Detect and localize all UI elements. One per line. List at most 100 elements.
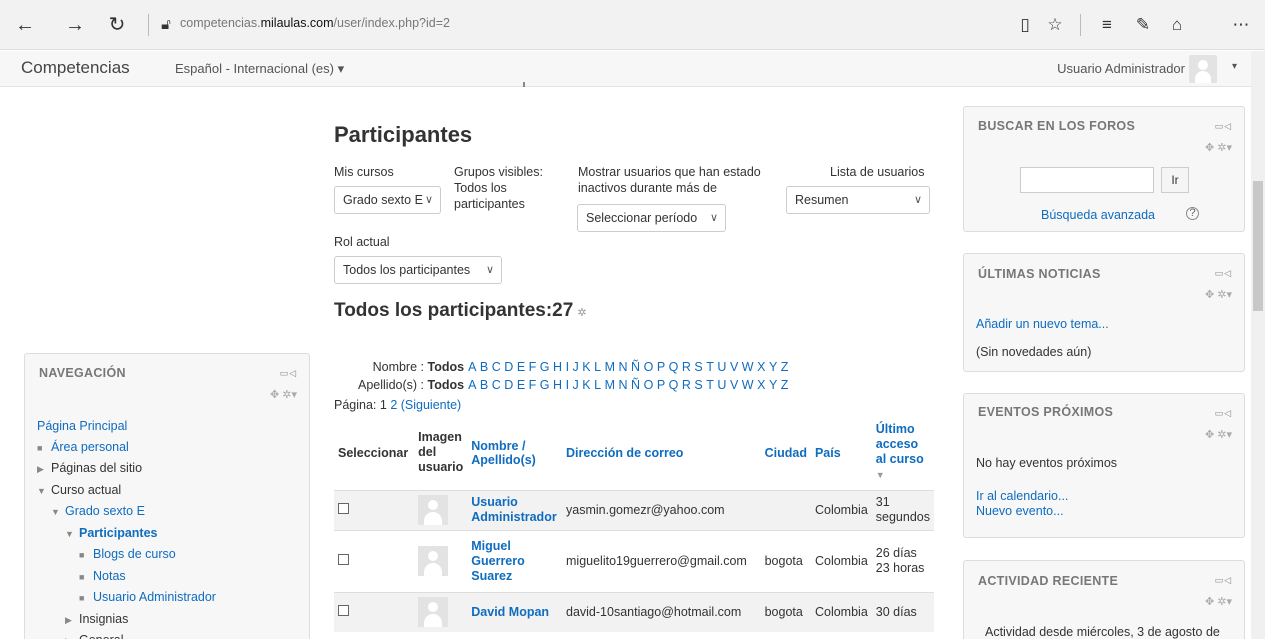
address-bar[interactable]: competencias.milaulas.com/user/index.php… bbox=[180, 16, 450, 30]
initial-letter-link[interactable]: H bbox=[553, 378, 563, 392]
initial-letter-link[interactable]: X bbox=[757, 360, 766, 374]
initial-letter-link[interactable]: M bbox=[605, 378, 616, 392]
move-gear-icon[interactable]: ✥ ✲▾ bbox=[1205, 428, 1232, 441]
nav-tree-label[interactable]: Notas bbox=[93, 569, 126, 583]
nav-tree-label[interactable]: Blogs de curso bbox=[93, 547, 176, 561]
initial-letter-link[interactable]: Y bbox=[769, 360, 778, 374]
initial-letter-link[interactable]: K bbox=[582, 360, 591, 374]
initial-letter-link[interactable]: J bbox=[573, 360, 580, 374]
sort-lastaccess-link[interactable]: Último acceso al curso bbox=[876, 422, 924, 466]
row-checkbox[interactable] bbox=[338, 605, 349, 617]
nav-tree-item[interactable]: ■ Blogs de curso bbox=[37, 544, 216, 566]
initial-letter-link[interactable]: Y bbox=[769, 378, 778, 392]
back-arrow-icon[interactable]: ← bbox=[12, 12, 38, 38]
nav-tree-item[interactable]: ■ Notas bbox=[37, 566, 216, 588]
initial-letter-link[interactable]: I bbox=[566, 378, 570, 392]
initial-letter-link[interactable]: N bbox=[619, 378, 629, 392]
lastname-todos[interactable]: Todos bbox=[427, 378, 464, 392]
initial-letter-link[interactable]: I bbox=[566, 360, 570, 374]
initial-letter-link[interactable]: Z bbox=[781, 378, 789, 392]
row-checkbox[interactable] bbox=[338, 503, 349, 514]
initial-letter-link[interactable]: D bbox=[504, 360, 514, 374]
initial-letter-link[interactable]: A bbox=[468, 360, 477, 374]
scrollbar[interactable] bbox=[1251, 51, 1265, 639]
nav-tree-label[interactable]: Área personal bbox=[51, 440, 129, 454]
share-icon[interactable]: ⌂ bbox=[1164, 12, 1190, 38]
block-dock-icon[interactable]: ▭◁ bbox=[1215, 408, 1232, 419]
sort-city-link[interactable]: Ciudad bbox=[765, 446, 807, 460]
scrollbar-thumb[interactable] bbox=[1253, 181, 1263, 311]
block-dock-icon[interactable]: ▭◁ bbox=[1215, 121, 1232, 132]
user-menu-name[interactable]: Usuario Administrador bbox=[1057, 61, 1185, 76]
initial-letter-link[interactable]: M bbox=[605, 360, 616, 374]
mis-cursos-select[interactable]: Grado sexto E ∨ bbox=[334, 186, 441, 214]
next-page-link[interactable]: (Siguiente) bbox=[401, 398, 461, 412]
note-icon[interactable]: ✎ bbox=[1130, 12, 1156, 38]
nav-tree-item[interactable]: ▼ Participantes bbox=[37, 523, 216, 545]
avatar[interactable] bbox=[418, 597, 449, 628]
firstname-todos[interactable]: Todos bbox=[427, 360, 464, 374]
move-gear-icon[interactable]: ✥ ✲▾ bbox=[1205, 288, 1232, 301]
block-dock-icon[interactable]: ▭◁ bbox=[1215, 575, 1232, 586]
periodo-select[interactable]: Seleccionar período ∨ bbox=[577, 204, 726, 232]
nav-tree-label[interactable]: Página Principal bbox=[37, 419, 127, 433]
language-menu[interactable]: Español - Internacional (es) ▾ bbox=[175, 61, 344, 77]
row-checkbox[interactable] bbox=[338, 554, 349, 565]
lista-select[interactable]: Resumen ∨ bbox=[786, 186, 930, 214]
initial-letter-link[interactable]: G bbox=[540, 360, 550, 374]
more-icon[interactable]: ⋯ bbox=[1228, 12, 1254, 38]
initial-letter-link[interactable]: V bbox=[730, 360, 739, 374]
initial-letter-link[interactable]: T bbox=[706, 360, 714, 374]
sort-country-link[interactable]: País bbox=[815, 446, 841, 460]
initial-letter-link[interactable]: X bbox=[757, 378, 766, 392]
initial-letter-link[interactable]: E bbox=[517, 360, 526, 374]
initial-letter-link[interactable]: P bbox=[657, 378, 666, 392]
user-name-link[interactable]: Miguel Guerrero Suarez bbox=[471, 539, 525, 583]
site-brand[interactable]: Competencias bbox=[21, 58, 130, 78]
nav-tree-item[interactable]: ▶ Páginas del sitio bbox=[37, 458, 216, 480]
initial-letter-link[interactable]: K bbox=[582, 378, 591, 392]
move-gear-icon[interactable]: ✥ ✲▾ bbox=[270, 388, 297, 401]
initial-letter-link[interactable]: N bbox=[619, 360, 629, 374]
nav-tree-label[interactable]: Usuario Administrador bbox=[93, 590, 216, 604]
initial-letter-link[interactable]: H bbox=[553, 360, 563, 374]
initial-letter-link[interactable]: L bbox=[594, 360, 601, 374]
initial-letter-link[interactable]: W bbox=[742, 378, 754, 392]
nav-tree-item[interactable]: ▶ Insignias bbox=[37, 609, 216, 631]
avatar[interactable] bbox=[418, 495, 449, 525]
move-gear-icon[interactable]: ✥ ✲▾ bbox=[1205, 595, 1232, 608]
initial-letter-link[interactable]: U bbox=[717, 360, 727, 374]
nav-tree-item[interactable]: ▼ Grado sexto E bbox=[37, 501, 216, 523]
user-menu-caret-icon[interactable]: ▾ bbox=[1232, 61, 1237, 72]
initial-letter-link[interactable]: T bbox=[706, 378, 714, 392]
advanced-search-link[interactable]: Búsqueda avanzada bbox=[1041, 208, 1155, 222]
reading-view-icon[interactable]: ▯ bbox=[1012, 12, 1038, 38]
avatar[interactable] bbox=[1189, 55, 1217, 83]
initial-letter-link[interactable]: Ñ bbox=[631, 360, 641, 374]
initial-letter-link[interactable]: O bbox=[644, 378, 654, 392]
nav-tree-label[interactable]: Grado sexto E bbox=[65, 504, 145, 518]
nav-tree-item[interactable]: ▶General bbox=[37, 630, 216, 639]
sort-email-link[interactable]: Dirección de correo bbox=[566, 446, 683, 460]
initial-letter-link[interactable]: C bbox=[492, 360, 502, 374]
nav-tree-item[interactable]: Página Principal bbox=[37, 416, 216, 437]
block-dock-icon[interactable]: ▭◁ bbox=[1215, 268, 1232, 279]
initial-letter-link[interactable]: P bbox=[657, 360, 666, 374]
initial-letter-link[interactable]: E bbox=[517, 378, 526, 392]
help-icon[interactable]: ? bbox=[1186, 207, 1199, 220]
calendar-link[interactable]: Ir al calendario... bbox=[976, 489, 1068, 503]
refresh-icon[interactable]: ↻ bbox=[104, 12, 130, 38]
initial-letter-link[interactable]: S bbox=[694, 360, 703, 374]
initial-letter-link[interactable]: R bbox=[682, 360, 692, 374]
forward-arrow-icon[interactable]: → bbox=[62, 12, 88, 38]
nav-tree-item[interactable]: ■ Usuario Administrador bbox=[37, 587, 216, 609]
initial-letter-link[interactable]: Z bbox=[781, 360, 789, 374]
initial-letter-link[interactable]: Q bbox=[669, 360, 679, 374]
rol-select[interactable]: Todos los participantes ∨ bbox=[334, 256, 502, 284]
block-dock-icon[interactable]: ▭◁ bbox=[280, 368, 297, 379]
sort-name-link[interactable]: Nombre / Apellido(s) bbox=[471, 439, 536, 467]
initial-letter-link[interactable]: S bbox=[694, 378, 703, 392]
initial-letter-link[interactable]: O bbox=[644, 360, 654, 374]
nav-tree-item[interactable]: ■ Área personal bbox=[37, 437, 216, 459]
initial-letter-link[interactable]: C bbox=[492, 378, 502, 392]
